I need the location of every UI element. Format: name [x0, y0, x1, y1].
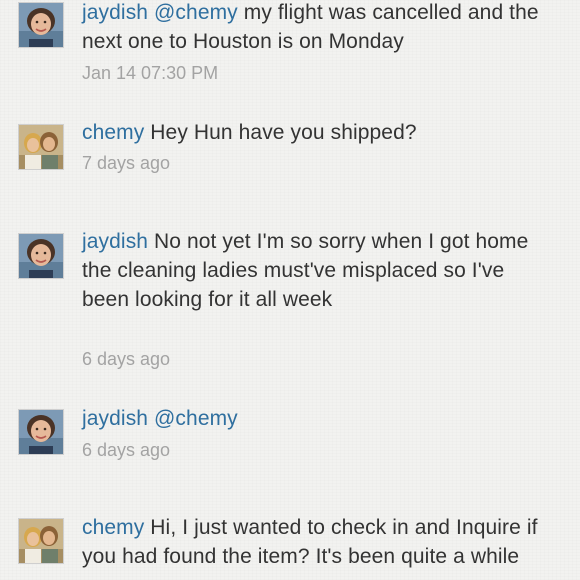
avatar-chemy [19, 125, 63, 169]
comment-message: Hi, I just wanted to check in and Inquir… [82, 516, 538, 568]
username-link[interactable]: jaydish [82, 407, 148, 430]
avatar-jaydish [19, 410, 63, 454]
comment-text: jaydish @chemy [82, 404, 552, 433]
comment-text: jaydish No not yet I'm so sorry when I g… [82, 227, 552, 314]
comment-message: No not yet I'm so sorry when I got home … [82, 230, 529, 311]
mention-link[interactable]: @chemy [154, 1, 238, 24]
user-avatar[interactable] [18, 233, 64, 279]
user-avatar[interactable] [18, 124, 64, 170]
avatar-jaydish [19, 234, 63, 278]
comment-text: jaydish @chemy my flight was cancelled a… [82, 0, 552, 56]
username-link[interactable]: jaydish [82, 1, 148, 24]
comment-timestamp: 6 days ago [82, 440, 171, 460]
comment-text: chemy Hi, I just wanted to check in and … [82, 513, 552, 571]
avatar-jaydish [19, 3, 63, 47]
comment-timestamp: 7 days ago [82, 153, 171, 173]
comment-message: Hey Hun have you shipped? [150, 121, 417, 144]
comment-timestamp: Jan 14 07:30 PM [82, 63, 219, 83]
comment-text: chemy Hey Hun have you shipped? [82, 118, 552, 147]
user-avatar[interactable] [18, 409, 64, 455]
username-link[interactable]: chemy [82, 121, 144, 144]
user-avatar[interactable] [18, 518, 64, 564]
comment-message: my flight was cancelled and the next one… [82, 1, 539, 53]
user-avatar[interactable] [18, 2, 64, 48]
username-link[interactable]: chemy [82, 516, 144, 539]
comment-timestamp: 6 days ago [82, 349, 171, 369]
avatar-chemy [19, 519, 63, 563]
username-link[interactable]: jaydish [82, 230, 148, 253]
mention-link[interactable]: @chemy [154, 407, 238, 430]
